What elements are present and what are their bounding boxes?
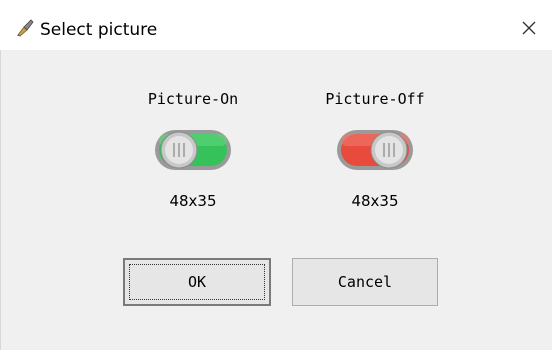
focus-ring: [129, 264, 265, 300]
picture-off-thumbnail[interactable]: [335, 124, 415, 176]
close-button[interactable]: [506, 6, 552, 50]
cancel-button[interactable]: Cancel: [292, 258, 438, 306]
toggle-off-icon: [337, 130, 413, 170]
title-bar: Select picture: [0, 0, 552, 50]
toggle-on-icon: [155, 130, 231, 170]
paintbrush-icon: [15, 18, 35, 38]
window-title: Select picture: [40, 20, 158, 40]
cancel-button-label: Cancel: [337, 273, 393, 291]
picture-off-label: Picture-Off: [325, 90, 425, 108]
picture-on-label: Picture-On: [147, 90, 239, 108]
ok-button[interactable]: OK: [123, 258, 271, 306]
picture-on-size: 48x35: [169, 192, 217, 210]
close-icon: [522, 21, 536, 35]
dialog-body: [0, 50, 552, 350]
picture-on-thumbnail[interactable]: [153, 124, 233, 176]
picture-off-size: 48x35: [351, 192, 399, 210]
window-edge: [0, 50, 11, 350]
